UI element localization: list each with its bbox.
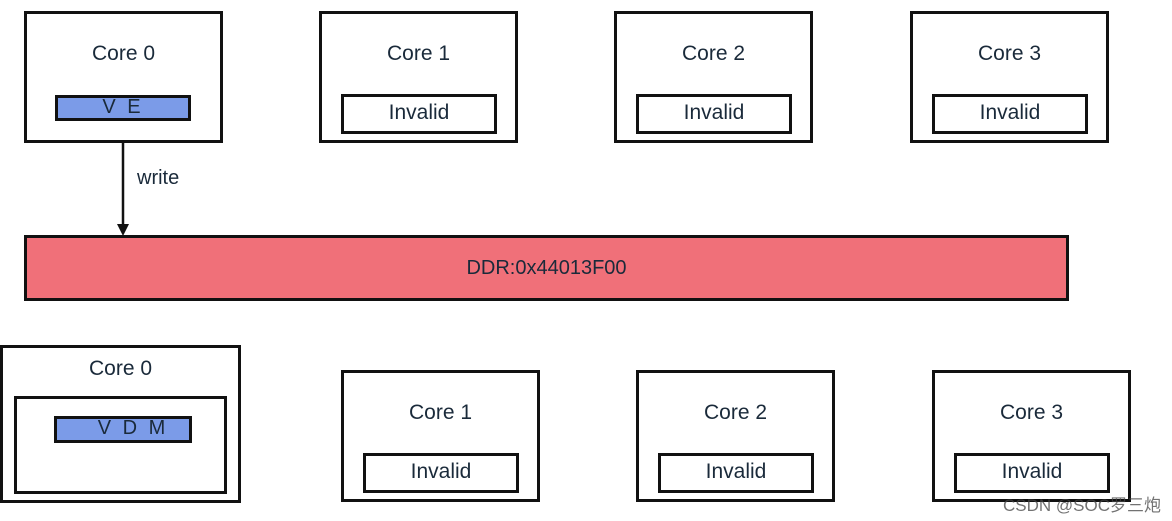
core-title: Core 1 (386, 42, 451, 65)
bottom-core2-box: Core 2 Invalid (636, 370, 835, 502)
cache-box: V D M (14, 396, 227, 494)
invalid-state: Invalid (363, 453, 519, 493)
core-title: Core 3 (977, 42, 1042, 65)
ddr-memory-bar: DDR:0x44013F00 (24, 235, 1069, 301)
watermark: CSDN @SOC罗三炮 (1003, 496, 1161, 515)
invalid-state: Invalid (636, 94, 792, 134)
core-title: Core 2 (681, 42, 746, 65)
top-core0-box: Core 0 V E (24, 11, 223, 143)
write-arrow (117, 142, 129, 236)
invalid-state: Invalid (341, 94, 497, 134)
write-label: write (137, 167, 180, 189)
bottom-core0-box: Core 0 V D M (0, 345, 241, 503)
top-core1-box: Core 1 Invalid (319, 11, 518, 143)
core-title: Core 1 (408, 401, 473, 424)
top-core3-box: Core 3 Invalid (910, 11, 1109, 143)
core-title: Core 0 (88, 357, 153, 380)
invalid-state: Invalid (932, 94, 1088, 134)
core-title: Core 2 (703, 401, 768, 424)
register-ve: V E (55, 95, 191, 121)
invalid-state: Invalid (954, 453, 1110, 493)
register-vdm: V D M (54, 416, 192, 443)
top-core2-box: Core 2 Invalid (614, 11, 813, 143)
bottom-core1-box: Core 1 Invalid (341, 370, 540, 502)
bottom-core3-box: Core 3 Invalid (932, 370, 1131, 502)
core-title: Core 3 (999, 401, 1064, 424)
core-title: Core 0 (91, 42, 156, 65)
invalid-state: Invalid (658, 453, 814, 493)
